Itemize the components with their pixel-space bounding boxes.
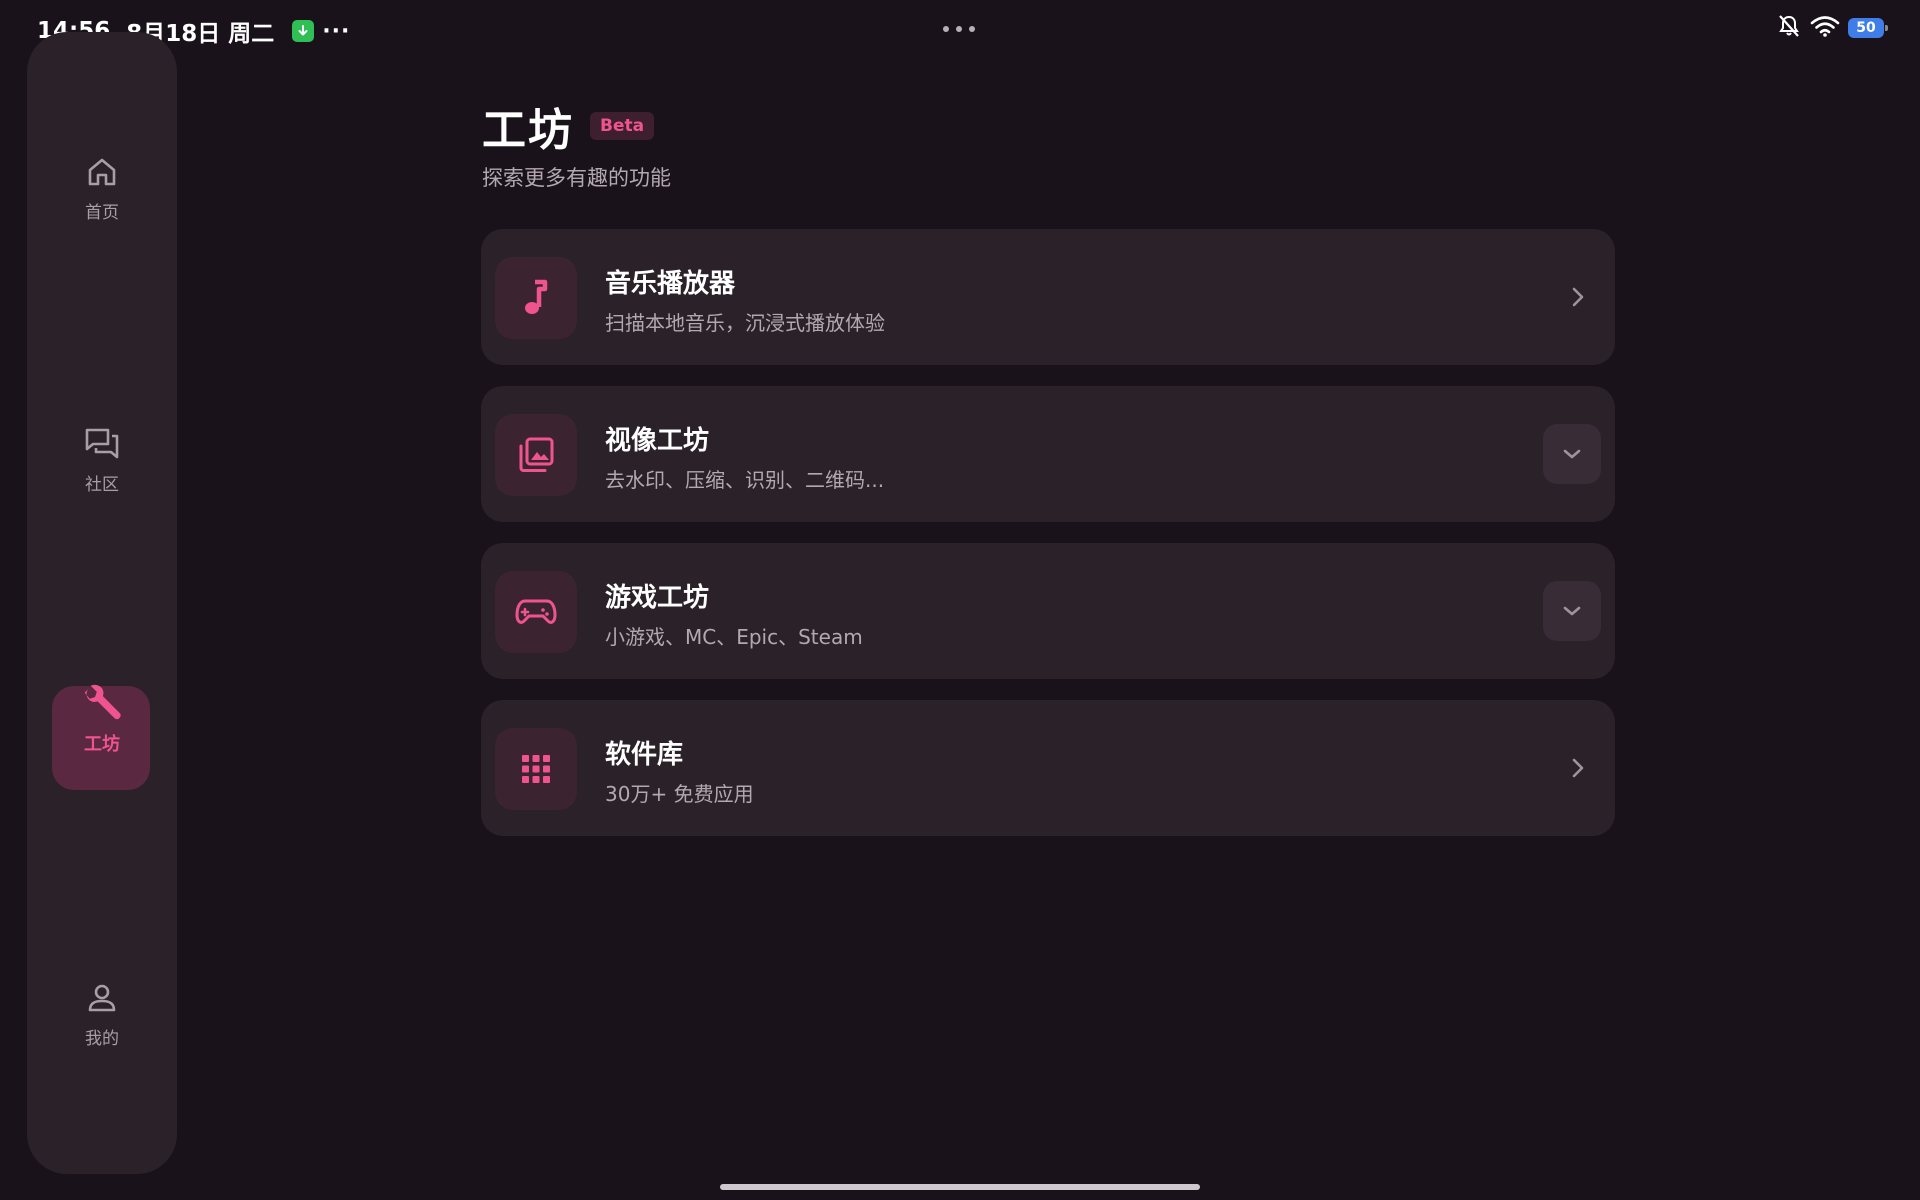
gamepad-icon — [495, 571, 577, 653]
page-subtitle: 探索更多有趣的功能 — [482, 166, 671, 190]
card-title: 软件库 — [605, 740, 684, 770]
apps-grid-icon — [495, 728, 577, 810]
card-title: 音乐播放器 — [605, 269, 736, 299]
card-description: 扫描本地音乐，沉浸式播放体验 — [605, 311, 885, 335]
home-icon — [82, 152, 122, 192]
chevron-right-icon — [1563, 282, 1593, 312]
sidebar-item-label: 社区 — [85, 475, 119, 495]
expand-button[interactable] — [1543, 424, 1601, 484]
beta-badge: Beta — [590, 112, 655, 140]
card-game-workshop[interactable]: 游戏工坊 小游戏、MC、Epic、Steam — [481, 543, 1615, 679]
page-header: 工坊 Beta — [482, 94, 655, 158]
sidebar-item-home[interactable]: 首页 — [27, 152, 177, 223]
multitask-dots-icon[interactable] — [943, 26, 975, 32]
screen: 14:56 8月18日 周二 ··· 50 首页 社区 工坊 我的 工坊 Bet… — [0, 0, 1920, 1200]
card-music-player[interactable]: 音乐播放器 扫描本地音乐，沉浸式播放体验 — [481, 229, 1615, 365]
dot — [956, 26, 962, 32]
chat-icon — [82, 424, 122, 464]
card-title: 游戏工坊 — [605, 583, 710, 613]
status-more-icon: ··· — [322, 18, 351, 44]
dot — [943, 26, 949, 32]
person-icon — [82, 978, 122, 1018]
wifi-icon — [1810, 15, 1840, 41]
card-description: 小游戏、MC、Epic、Steam — [605, 625, 863, 649]
card-title: 视像工坊 — [605, 426, 710, 456]
chevron-down-icon — [1563, 449, 1581, 459]
image-gallery-icon — [495, 414, 577, 496]
card-description: 30万+ 免费应用 — [605, 782, 754, 806]
chevron-right-icon — [1563, 753, 1593, 783]
sidebar-item-profile[interactable]: 我的 — [27, 978, 177, 1049]
music-note-icon — [495, 257, 577, 339]
card-video-workshop[interactable]: 视像工坊 去水印、压缩、识别、二维码... — [481, 386, 1615, 522]
sidebar-item-workshop[interactable]: 工坊 — [27, 684, 177, 756]
status-bar: 14:56 8月18日 周二 ··· 50 — [0, 0, 1920, 60]
mute-icon — [1776, 14, 1802, 42]
sidebar: 首页 社区 工坊 我的 — [27, 32, 177, 1174]
card-description: 去水印、压缩、识别、二维码... — [605, 468, 885, 492]
chevron-down-icon — [1563, 606, 1581, 616]
battery-icon: 50 — [1848, 18, 1888, 38]
sidebar-item-label: 首页 — [85, 203, 119, 223]
download-icon — [292, 20, 315, 42]
page-title: 工坊 — [482, 105, 574, 156]
sidebar-item-community[interactable]: 社区 — [27, 424, 177, 495]
wrench-icon — [82, 684, 122, 724]
dot — [969, 26, 975, 32]
sidebar-item-label: 我的 — [85, 1029, 119, 1049]
status-right: 50 — [1776, 14, 1888, 42]
home-indicator[interactable] — [720, 1184, 1200, 1190]
expand-button[interactable] — [1543, 581, 1601, 641]
card-software-library[interactable]: 软件库 30万+ 免费应用 — [481, 700, 1615, 836]
sidebar-item-label: 工坊 — [84, 734, 120, 755]
